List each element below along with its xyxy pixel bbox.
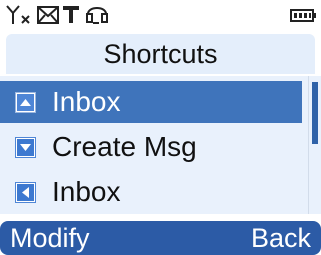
scrollbar-thumb[interactable] — [312, 82, 318, 144]
inbox-icon — [15, 92, 36, 113]
list-item-label: Inbox — [52, 176, 121, 207]
t-network-icon — [62, 6, 80, 24]
list-item-create-msg[interactable]: Create Msg — [0, 126, 302, 168]
shortcuts-list: Inbox Create Msg Inbox — [0, 76, 308, 214]
page-title: Shortcuts — [6, 34, 315, 74]
no-signal-icon — [6, 4, 34, 26]
list-item-inbox-2[interactable]: Inbox — [0, 171, 302, 213]
modify-softkey[interactable]: Modify — [10, 221, 90, 255]
back-softkey[interactable]: Back — [251, 221, 311, 255]
create-message-icon — [15, 137, 36, 158]
list-item-inbox[interactable]: Inbox — [0, 81, 302, 123]
headset-icon — [85, 2, 109, 26]
status-bar — [0, 0, 321, 34]
list-item-label: Create Msg — [52, 131, 197, 162]
battery-icon — [290, 8, 316, 22]
inbox-icon — [15, 182, 36, 203]
scrollbar[interactable] — [308, 76, 321, 214]
list-item-label: Inbox — [52, 86, 121, 117]
message-icon — [37, 6, 59, 24]
softkey-bar: Modify Back — [0, 221, 321, 255]
